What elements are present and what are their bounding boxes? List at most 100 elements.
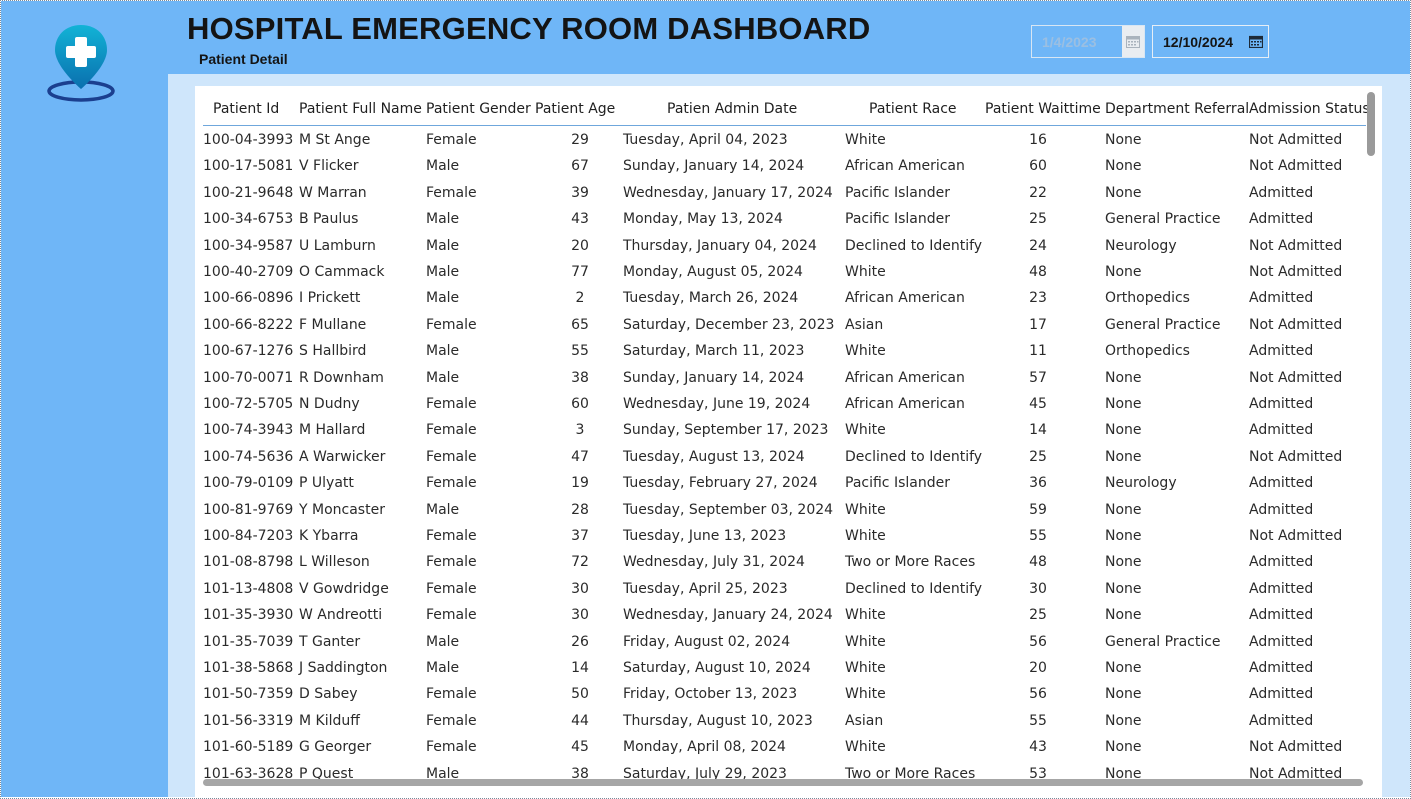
table-row[interactable]: 101-50-7359 D Sabey Female 50 Friday, Octobe…	[203, 684, 1366, 710]
cell-department: None	[1105, 422, 1142, 439]
cell-race: White	[845, 686, 886, 703]
cell-department: None	[1105, 554, 1142, 571]
th-patient-gender[interactable]: Patient Gender	[426, 101, 531, 117]
table-row[interactable]: 100-67-1276 S Hallbird Male 55 Saturday, Mar…	[203, 341, 1366, 367]
table-row[interactable]: 100-04-3993 M St Ange Female 29 Tuesday, Apr…	[203, 130, 1366, 156]
table-row[interactable]: 100-21-9648 W Marran Female 39 Wednesday, Ja…	[203, 183, 1366, 209]
cell-patient-name: F Mullane	[299, 316, 367, 333]
cell-patient-name: U Lamburn	[299, 237, 376, 254]
cell-admission-status: Not Admitted	[1249, 765, 1343, 780]
cell-admin-date: Saturday, December 23, 2023	[623, 316, 835, 333]
table-row[interactable]: 100-40-2709 O Cammack Male 77 Monday, August…	[203, 262, 1366, 288]
cell-waittime: 30	[1029, 580, 1047, 597]
th-patient-waittime[interactable]: Patient Waittime	[985, 101, 1101, 117]
cell-age: 19	[571, 475, 589, 492]
table-row[interactable]: 101-35-3930 W Andreotti Female 30 Wednesday,…	[203, 605, 1366, 631]
cell-race: Two or More Races	[845, 554, 976, 571]
cell-gender: Female	[426, 712, 477, 729]
calendar-icon[interactable]	[1122, 26, 1144, 57]
th-patient-admin-date[interactable]: Patien Admin Date	[667, 101, 797, 117]
table-row[interactable]: 101-35-7039 T Ganter Male 26 Friday, August …	[203, 632, 1366, 658]
cell-admin-date: Wednesday, January 17, 2024	[623, 184, 833, 201]
th-patient-race[interactable]: Patient Race	[869, 101, 957, 117]
th-department-referral[interactable]: Department Referral	[1105, 101, 1249, 117]
cell-patient-id: 101-08-8798	[203, 554, 294, 571]
th-patient-full-name[interactable]: Patient Full Name	[299, 101, 422, 117]
table-row[interactable]: 100-74-5636 A Warwicker Female 47 Tuesday, A…	[203, 447, 1366, 473]
table-row[interactable]: 101-38-5868 J Saddington Male 14 Saturday, A…	[203, 658, 1366, 684]
cell-admin-date: Saturday, March 11, 2023	[623, 343, 805, 360]
cell-waittime: 48	[1029, 264, 1047, 280]
cell-waittime: 22	[1029, 184, 1047, 201]
table-row[interactable]: 100-74-3943 M Hallard Female 3 Sunday, Septe…	[203, 420, 1366, 446]
table-row[interactable]: 101-63-3628 P Quest Male 38 Saturday, July 2…	[203, 764, 1366, 780]
cell-patient-id: 100-74-5636	[203, 448, 294, 465]
cell-department: None	[1105, 528, 1142, 544]
cell-patient-name: M St Ange	[299, 132, 371, 148]
cell-gender: Male	[426, 158, 460, 175]
cell-department: None	[1105, 158, 1142, 175]
cell-waittime: 45	[1029, 396, 1047, 412]
cell-gender: Female	[426, 554, 477, 571]
cell-department: Orthopedics	[1105, 290, 1190, 307]
cell-waittime: 56	[1029, 633, 1047, 650]
table-row[interactable]: 100-81-9769 Y Moncaster Male 28 Tuesday, Sep…	[203, 500, 1366, 526]
cell-department: None	[1105, 686, 1142, 703]
cell-age: 14	[571, 660, 589, 676]
cell-admin-date: Saturday, July 29, 2023	[623, 765, 787, 780]
cell-admission-status: Admitted	[1249, 475, 1314, 492]
cell-admin-date: Wednesday, July 31, 2024	[623, 554, 805, 571]
table-row[interactable]: 101-60-5189 G Georger Female 45 Monday, Apri…	[203, 737, 1366, 763]
table-row[interactable]: 100-34-9587 U Lamburn Male 20 Thursday, Janu…	[203, 236, 1366, 262]
table-row[interactable]: 100-17-5081 V Flicker Male 67 Sunday, Januar…	[203, 156, 1366, 182]
cell-admin-date: Tuesday, August 13, 2024	[623, 448, 805, 465]
table-row[interactable]: 100-34-6753 B Paulus Male 43 Monday, May 13,…	[203, 209, 1366, 235]
table-row[interactable]: 100-66-0896 I Prickett Male 2 Tuesday, March…	[203, 288, 1366, 314]
cell-patient-name: W Marran	[299, 184, 367, 201]
cell-admin-date: Monday, May 13, 2024	[623, 211, 783, 228]
table-row[interactable]: 101-13-4808 V Gowdridge Female 30 Tuesday, A…	[203, 579, 1366, 605]
vertical-scrollbar[interactable]	[1367, 92, 1375, 156]
cell-age: 44	[571, 712, 589, 729]
table-row[interactable]: 100-66-8222 F Mullane Female 65 Saturday, De…	[203, 315, 1366, 341]
cell-race: Asian	[845, 712, 884, 729]
cell-waittime: 60	[1029, 158, 1047, 175]
table-row[interactable]: 100-79-0109 P Ulyatt Female 19 Tuesday, Febr…	[203, 473, 1366, 499]
end-date-picker[interactable]: 12/10/2024	[1152, 25, 1269, 58]
th-patient-id[interactable]: Patient Id	[213, 101, 279, 117]
table-row[interactable]: 101-08-8798 L Willeson Female 72 Wednesday, …	[203, 552, 1366, 578]
cell-age: 67	[571, 158, 589, 175]
cell-gender: Male	[426, 633, 460, 650]
cell-age: 30	[571, 580, 589, 597]
cell-patient-id: 101-13-4808	[203, 580, 294, 597]
table-row[interactable]: 100-84-7203 K Ybarra Female 37 Tuesday, June…	[203, 526, 1366, 552]
cell-race: Pacific Islander	[845, 211, 950, 228]
cell-admin-date: Tuesday, September 03, 2024	[623, 501, 834, 518]
cell-department: General Practice	[1105, 316, 1221, 333]
cell-admission-status: Not Admitted	[1249, 448, 1343, 465]
table-row[interactable]: 100-72-5705 N Dudny Female 60 Wednesday, Jun…	[203, 394, 1366, 420]
cell-patient-name: M Hallard	[299, 422, 366, 439]
cell-race: African American	[845, 158, 965, 175]
cell-gender: Male	[426, 343, 460, 360]
cell-waittime: 59	[1029, 501, 1047, 518]
cell-waittime: 11	[1029, 343, 1047, 360]
cell-patient-name: M Kilduff	[299, 712, 360, 729]
horizontal-scrollbar[interactable]	[203, 779, 1363, 786]
th-patient-age[interactable]: Patient Age	[535, 101, 615, 117]
cell-admission-status: Not Admitted	[1249, 158, 1343, 175]
cell-admin-date: Sunday, January 14, 2024	[623, 158, 805, 175]
cell-admission-status: Admitted	[1249, 290, 1314, 307]
cell-race: Declined to Identify	[845, 448, 983, 465]
th-admission-status[interactable]: Admission Status	[1249, 101, 1370, 117]
table-row[interactable]: 100-70-0071 R Downham Male 38 Sunday, Januar…	[203, 368, 1366, 394]
cell-department: None	[1105, 660, 1142, 676]
cell-waittime: 43	[1029, 739, 1047, 756]
table-row[interactable]: 101-56-3319 M Kilduff Female 44 Thursday, Au…	[203, 711, 1366, 737]
cell-waittime: 16	[1029, 132, 1047, 148]
table-body: 100-04-3993 M St Ange Female 29 Tuesday, Apr…	[203, 130, 1366, 780]
cell-waittime: 56	[1029, 686, 1047, 703]
cell-age: 28	[571, 501, 589, 518]
start-date-picker[interactable]: 1/4/2023	[1031, 25, 1145, 58]
calendar-icon[interactable]	[1248, 32, 1264, 50]
